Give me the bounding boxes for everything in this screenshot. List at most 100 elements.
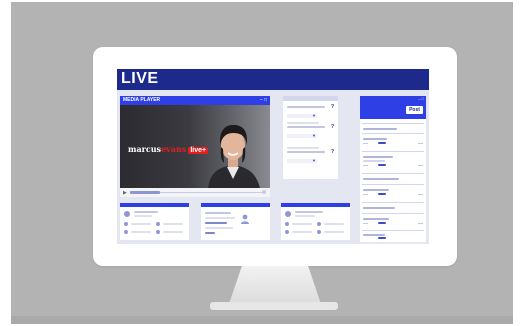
media-player-titlebar: MEDIA PLAYER – □ — [120, 96, 270, 105]
card-text-line — [205, 217, 235, 219]
media-player-title: MEDIA PLAYER — [123, 97, 161, 103]
card-header — [281, 203, 350, 207]
post-button[interactable]: Post — [406, 106, 423, 114]
chat-message-line — [363, 218, 389, 220]
chat-meta — [363, 194, 368, 195]
chat-meta — [418, 194, 423, 195]
chat-tag — [378, 222, 386, 224]
answer-select[interactable]: ▼ — [287, 133, 317, 138]
chat-divider — [362, 123, 424, 124]
card-text-line — [295, 211, 323, 213]
volume-icon[interactable] — [262, 190, 266, 194]
chat-meta — [363, 223, 368, 224]
live-banner: LIVE — [117, 69, 429, 90]
speaker-card[interactable] — [201, 203, 270, 240]
chevron-down-icon: ▼ — [312, 158, 316, 163]
chat-message-line — [363, 189, 389, 191]
logo-text-marcus: marcus — [128, 144, 162, 154]
card-text-line — [205, 222, 227, 224]
card-text-line — [205, 232, 215, 234]
chat-divider — [362, 230, 424, 231]
chat-meta — [418, 143, 423, 144]
question-text-line — [287, 106, 325, 108]
card-text-line — [295, 215, 315, 217]
presenter-figure — [208, 125, 260, 188]
chat-meta — [418, 223, 423, 224]
card-text-line — [131, 223, 151, 225]
card-header — [120, 203, 189, 207]
chat-tag — [378, 164, 386, 166]
chat-message-line — [363, 178, 399, 180]
chat-tag — [378, 193, 386, 195]
card-text-line — [292, 223, 312, 225]
play-icon[interactable]: ▶ — [123, 190, 127, 196]
chat-panel: – □ Post — [360, 96, 426, 242]
avatar — [124, 222, 128, 226]
monitor-frame: LIVE MEDIA PLAYER – □ marcusevanslive+ — [93, 47, 457, 266]
question-row[interactable]: ? ▼ — [287, 122, 334, 146]
chat-message-line — [363, 138, 387, 140]
chat-divider — [362, 133, 424, 134]
qa-panel-header — [283, 96, 338, 101]
chat-message-line — [363, 160, 385, 162]
avatar — [317, 222, 321, 226]
card-text-line — [324, 223, 344, 225]
avatar — [156, 222, 160, 226]
chevron-down-icon: ▼ — [312, 133, 316, 138]
card-text-line — [131, 231, 151, 233]
chat-message-line — [363, 128, 397, 130]
card-text-line — [134, 215, 152, 217]
chat-tag — [378, 142, 386, 144]
seek-bar[interactable]: ▶ — [120, 188, 270, 197]
card-text-line — [205, 212, 231, 214]
video-frame[interactable]: marcusevans live+ — [120, 105, 270, 188]
chat-meta — [418, 165, 423, 166]
card-text-line — [163, 231, 183, 233]
answer-select[interactable]: ▼ — [287, 158, 317, 163]
question-text-line — [287, 147, 319, 149]
monitor-stand — [229, 266, 321, 304]
banner-title: LIVE — [121, 70, 159, 87]
window-controls[interactable]: – □ — [418, 96, 424, 101]
floor-strip — [11, 316, 513, 324]
avatar — [317, 230, 321, 234]
card-text-line — [163, 223, 183, 225]
chat-divider — [362, 213, 424, 214]
card-text-line — [205, 227, 233, 229]
card-text-line — [292, 231, 312, 233]
chat-meta — [363, 143, 368, 144]
question-mark-icon: ? — [330, 149, 334, 155]
avatar — [285, 222, 289, 226]
illustration-background: LIVE MEDIA PLAYER – □ marcusevanslive+ — [11, 2, 513, 324]
question-mark-icon: ? — [330, 124, 334, 130]
attendee-card[interactable] — [281, 203, 350, 240]
chat-divider — [362, 184, 424, 185]
qa-panel: ? ▼ ? ▼ ? ▼ — [283, 96, 338, 179]
card-header — [201, 203, 270, 207]
question-text-line — [287, 122, 319, 124]
person-icon — [241, 214, 249, 224]
question-mark-icon: ? — [330, 104, 334, 110]
chat-tag — [378, 237, 386, 239]
avatar — [285, 211, 291, 217]
answer-select[interactable]: ▼ — [287, 113, 317, 118]
question-row[interactable]: ? ▼ — [287, 147, 334, 171]
media-player-window: MEDIA PLAYER – □ marcusevans live+ ▶ — [120, 96, 270, 197]
question-text-line — [287, 151, 325, 153]
logo-text-evans: evans — [161, 144, 187, 154]
chat-divider — [362, 173, 424, 174]
avatar — [285, 230, 289, 234]
card-text-line — [134, 211, 158, 213]
chat-header: – □ Post — [360, 96, 426, 119]
chat-message-line — [363, 234, 385, 236]
monitor-screen: LIVE MEDIA PLAYER – □ marcusevanslive+ — [117, 69, 429, 244]
window-controls[interactable]: – □ — [260, 97, 267, 103]
attendee-card[interactable] — [120, 203, 189, 240]
chat-message-line — [363, 156, 393, 158]
avatar — [124, 211, 130, 217]
chat-divider — [362, 151, 424, 152]
chevron-down-icon: ▼ — [312, 113, 316, 118]
monitor-base — [210, 302, 338, 310]
marcus-evans-live-logo: marcusevans live+ — [128, 144, 209, 154]
question-text-line — [287, 126, 325, 128]
